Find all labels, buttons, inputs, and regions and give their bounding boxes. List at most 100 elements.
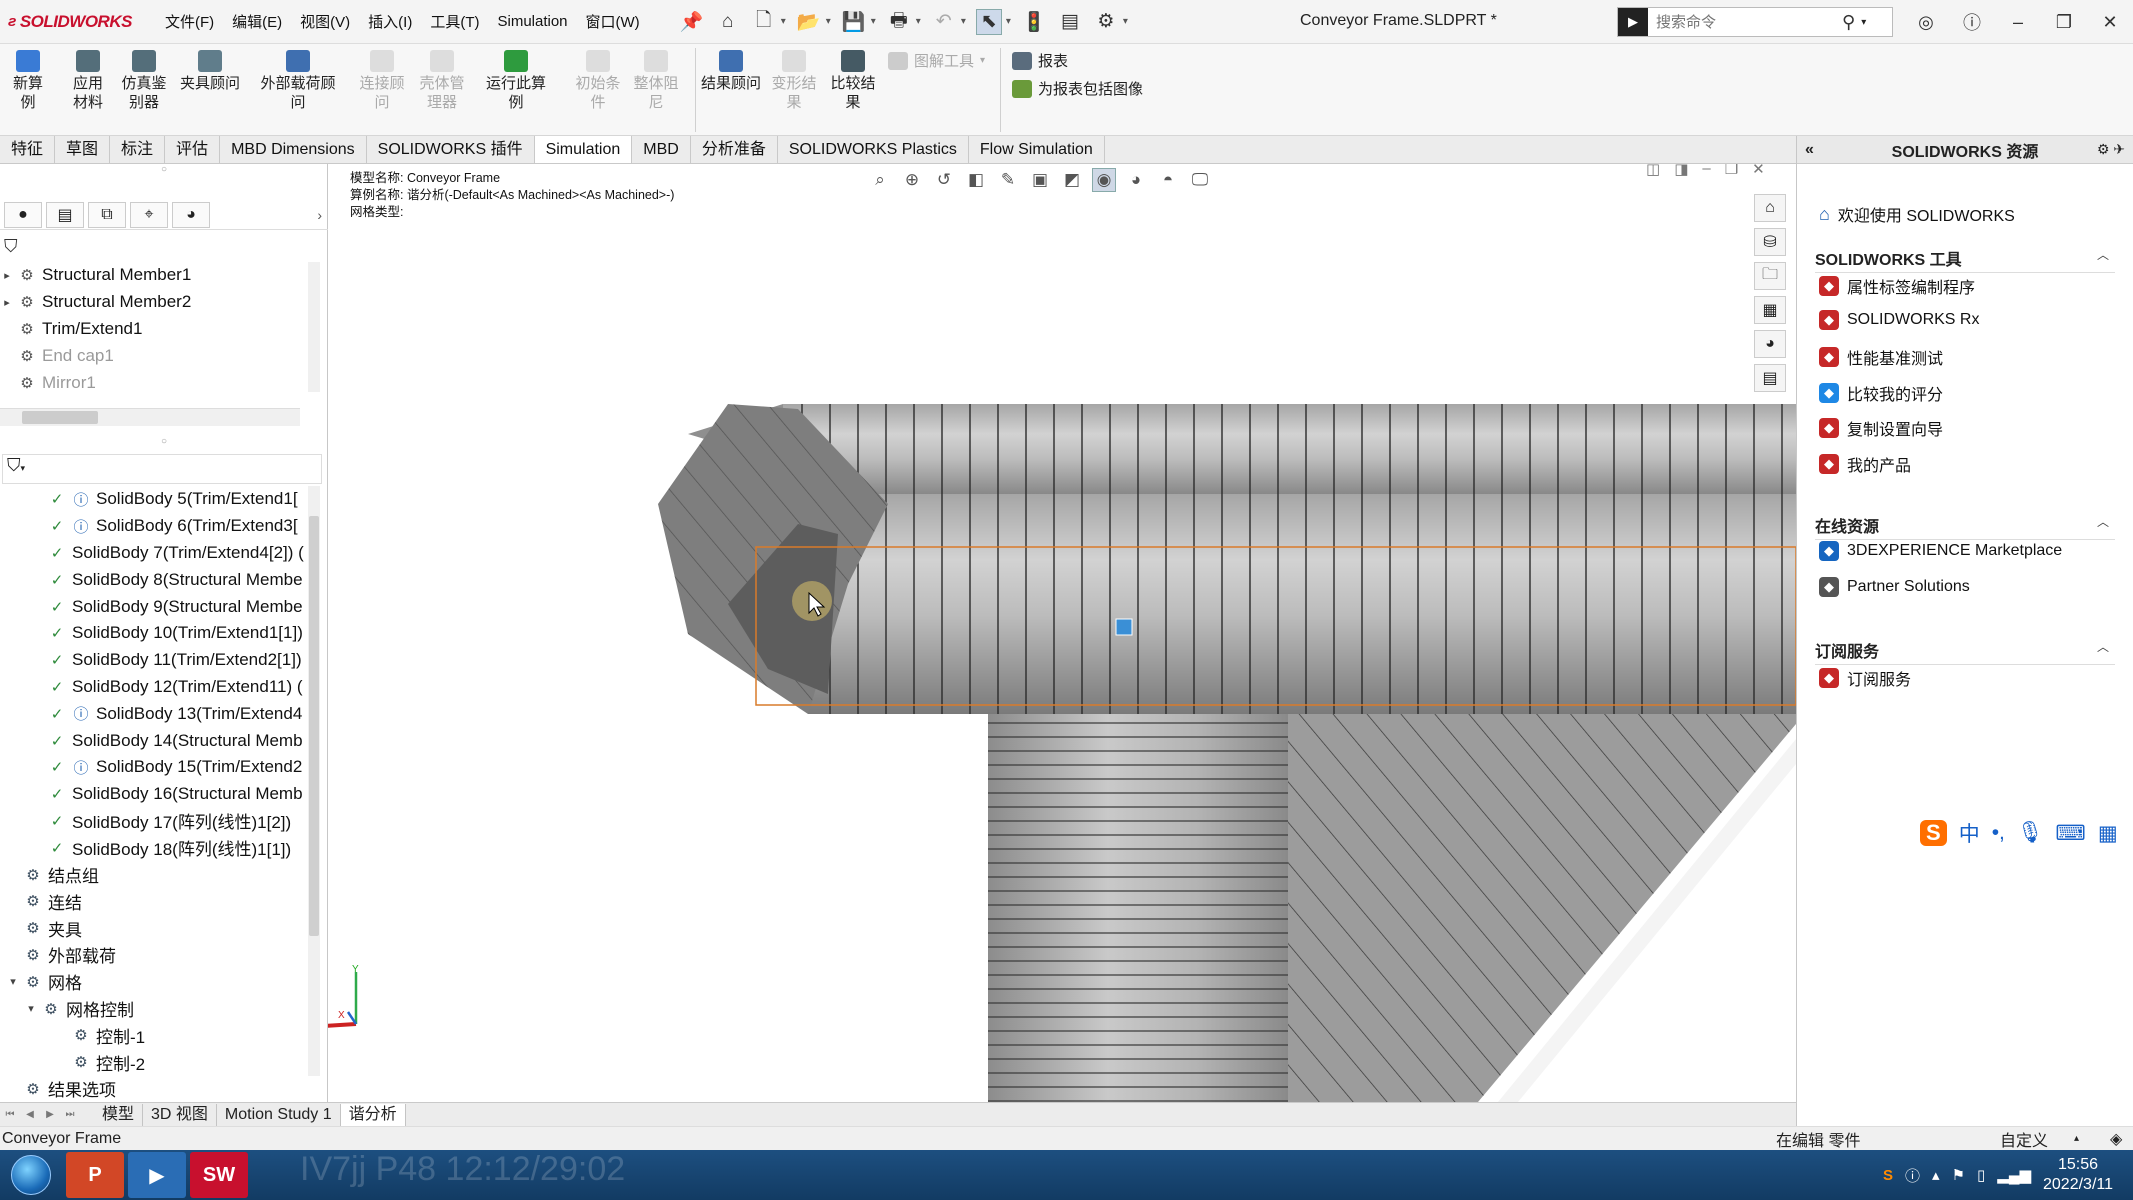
tab-5[interactable]: SOLIDWORKS 插件 xyxy=(367,136,535,163)
sim-tree-item[interactable]: ✓ ⓘ SolidBody 6(Trim/Extend3[ xyxy=(0,513,312,540)
collapse-caret-icon[interactable]: ︿ xyxy=(2097,638,2109,662)
collapse-caret-icon[interactable]: ︿ xyxy=(2097,513,2109,537)
search-icon[interactable]: ⚲ xyxy=(1842,12,1855,33)
menu-item-2[interactable]: 视图(V) xyxy=(291,11,359,32)
resource-link[interactable]: ◆ 3DEXPERIENCE Marketplace xyxy=(1819,541,2062,561)
display-style-icon[interactable]: ◩ xyxy=(1060,168,1084,192)
tab-8[interactable]: 分析准备 xyxy=(691,136,778,163)
resource-section-header[interactable]: 在线资源 ︿ xyxy=(1815,513,2115,540)
hide-show-items-icon[interactable]: ◉ xyxy=(1092,168,1116,192)
menu-item-1[interactable]: 编辑(E) xyxy=(223,11,291,32)
report-button[interactable]: 报表 xyxy=(1012,50,1068,71)
pane-settings-icon[interactable]: ⚙ ✈ xyxy=(2097,141,2125,158)
ribbon-button-5[interactable]: 连接顾问 xyxy=(358,50,406,112)
sim-tree-item[interactable]: ✓ SolidBody 7(Trim/Extend4[2]) ( xyxy=(0,540,312,567)
device-icon[interactable]: ▯ xyxy=(1977,1166,1985,1184)
undo-icon[interactable]: ↶ xyxy=(931,9,957,35)
collapse-caret-icon[interactable]: ︿ xyxy=(2097,246,2109,270)
ribbon-button-4[interactable]: 外部载荷顾问 xyxy=(258,50,338,112)
resource-link[interactable]: ◆ Partner Solutions xyxy=(1819,576,1970,597)
resource-link[interactable]: ◆ 比较我的评分 xyxy=(1819,381,1943,405)
collapse-pane-icon[interactable]: « xyxy=(1805,141,1814,159)
sim-tree-item[interactable]: ✓ SolidBody 10(Trim/Extend1[1]) xyxy=(0,620,312,647)
sim-tree-scrollbar[interactable] xyxy=(308,486,320,1076)
previous-view-icon[interactable]: ↺ xyxy=(932,168,956,192)
bottom-tab-0[interactable]: 模型 xyxy=(94,1103,144,1126)
save-icon[interactable]: 💾 xyxy=(841,9,867,35)
ribbon-button-8[interactable]: 初始条件 xyxy=(574,50,622,112)
resource-link[interactable]: ◆ 订阅服务 xyxy=(1819,666,1911,690)
resource-section-header[interactable]: 订阅服务 ︿ xyxy=(1815,638,2115,665)
sim-tree-item[interactable]: ⚙ 结点组 xyxy=(0,861,312,888)
search-input[interactable] xyxy=(1648,13,1838,31)
dynamic-annotation-icon[interactable]: ✎ xyxy=(996,168,1020,192)
next-tab-icon[interactable]: ▶ xyxy=(40,1109,60,1120)
viewport-close-icon[interactable]: ✕ xyxy=(1752,164,1765,178)
feature-tree-item[interactable]: ⚙ Mirror1 xyxy=(0,369,312,396)
sim-tree-item[interactable]: ✓ ⓘ SolidBody 13(Trim/Extend4 xyxy=(0,700,312,727)
display-manager-icon[interactable]: ◕ xyxy=(172,201,210,228)
close-button[interactable]: ✕ xyxy=(2087,12,2133,33)
options-gear-icon[interactable]: ⚙ xyxy=(1093,9,1119,35)
file-properties-icon[interactable]: ▤ xyxy=(1057,9,1083,35)
select-icon[interactable]: ⬉ xyxy=(975,8,1002,35)
home-icon[interactable]: ⌂ xyxy=(715,9,741,35)
resource-link[interactable]: ◆ SOLIDWORKS Rx xyxy=(1819,309,1979,330)
hscroll-thumb[interactable] xyxy=(22,411,98,424)
section-view-icon[interactable]: ◧ xyxy=(964,168,988,192)
bottom-tab-1[interactable]: 3D 视图 xyxy=(143,1103,217,1126)
sim-tree-item[interactable]: ⚙ 控制-1 xyxy=(0,1022,312,1049)
panel-splitter[interactable]: ○ xyxy=(0,164,328,180)
ribbon-button-11[interactable]: 变形结果 xyxy=(770,50,818,112)
app-logo[interactable]: ƨ SOLIDWORKS xyxy=(0,0,150,44)
design-library-icon[interactable]: ⛁ xyxy=(1754,228,1786,256)
tile-left-icon[interactable]: ◫ xyxy=(1646,164,1660,178)
include-image-button[interactable]: 为报表包括图像 xyxy=(1012,78,1143,99)
sim-tree-item[interactable]: ✓ SolidBody 12(Trim/Extend11) ( xyxy=(0,674,312,701)
resource-link[interactable]: ◆ 性能基准测试 xyxy=(1819,345,1943,369)
panel-splitter-2[interactable]: ○ xyxy=(0,436,328,447)
plot-tools-button[interactable]: 图解工具 ▾ xyxy=(888,50,985,71)
open-folder-icon[interactable]: 📂 xyxy=(796,9,822,35)
mesh-handle[interactable] xyxy=(1115,618,1133,636)
taskbar-app-1[interactable]: ▶ xyxy=(128,1152,186,1198)
help-icon[interactable]: ⓘ xyxy=(1949,9,1995,35)
ribbon-button-10[interactable]: 结果顾问 xyxy=(698,50,764,93)
sim-tree-item[interactable]: ✓ SolidBody 9(Structural Membe xyxy=(0,593,312,620)
tab-3[interactable]: 评估 xyxy=(165,136,221,163)
resources-home-icon[interactable]: ⌂ xyxy=(1754,194,1786,222)
sim-tree-item[interactable]: ✓ SolidBody 11(Trim/Extend2[1]) xyxy=(0,647,312,674)
sogou-logo-icon[interactable]: S xyxy=(1920,820,1947,846)
expand-arrow-icon[interactable]: ▾ xyxy=(24,1002,38,1015)
tab-1[interactable]: 草图 xyxy=(55,136,111,163)
restore-button[interactable]: ❐ xyxy=(2041,12,2087,33)
property-manager-icon[interactable]: ▤ xyxy=(46,201,84,228)
apps-grid-icon[interactable]: ▦ xyxy=(2098,821,2118,846)
ribbon-button-9[interactable]: 整体阻尼 xyxy=(632,50,680,112)
status-units[interactable]: 自定义 xyxy=(2000,1127,2048,1151)
ribbon-button-0[interactable]: 新算例 xyxy=(6,50,50,112)
sim-tree-item[interactable]: ✓ ⓘ SolidBody 15(Trim/Extend2 xyxy=(0,754,312,781)
units-dropdown-icon[interactable]: ▴ xyxy=(2074,1133,2079,1144)
resource-link[interactable]: ◆ 属性标签编制程序 xyxy=(1819,274,1975,298)
sim-tree-item[interactable]: ✓ SolidBody 14(Structural Memb xyxy=(0,727,312,754)
custom-properties-icon[interactable]: ▤ xyxy=(1754,364,1786,392)
appearances-icon[interactable]: ◕ xyxy=(1754,330,1786,358)
sim-tree-item[interactable]: ✓ ⓘ SolidBody 5(Trim/Extend1[ xyxy=(0,486,312,513)
configuration-manager-icon[interactable]: ⧉ xyxy=(88,201,126,228)
menu-item-4[interactable]: 工具(T) xyxy=(421,11,488,32)
resource-link[interactable]: ◆ 我的产品 xyxy=(1819,452,1911,476)
file-explorer-icon[interactable]: 🗀 xyxy=(1754,262,1786,290)
tab-6[interactable]: Simulation xyxy=(534,136,633,163)
feature-tree-item[interactable]: ⚙ End cap1 xyxy=(0,342,312,369)
dimxpert-icon[interactable]: ⌖ xyxy=(130,201,168,228)
view-settings-icon[interactable]: 🖵 xyxy=(1188,168,1212,192)
edit-appearance-icon[interactable]: ◕ xyxy=(1124,168,1148,192)
zoom-area-icon[interactable]: ⊕ xyxy=(900,168,924,192)
sim-tree-item[interactable]: ✓ SolidBody 8(Structural Membe xyxy=(0,566,312,593)
sim-scroll-thumb[interactable] xyxy=(309,516,319,936)
sogou-tray-icon[interactable]: S xyxy=(1883,1167,1893,1184)
viewport-restore-icon[interactable]: ❐ xyxy=(1725,164,1738,178)
filter-icon[interactable]: ⛉ xyxy=(4,236,18,257)
tab-0[interactable]: 特征 xyxy=(0,136,56,163)
